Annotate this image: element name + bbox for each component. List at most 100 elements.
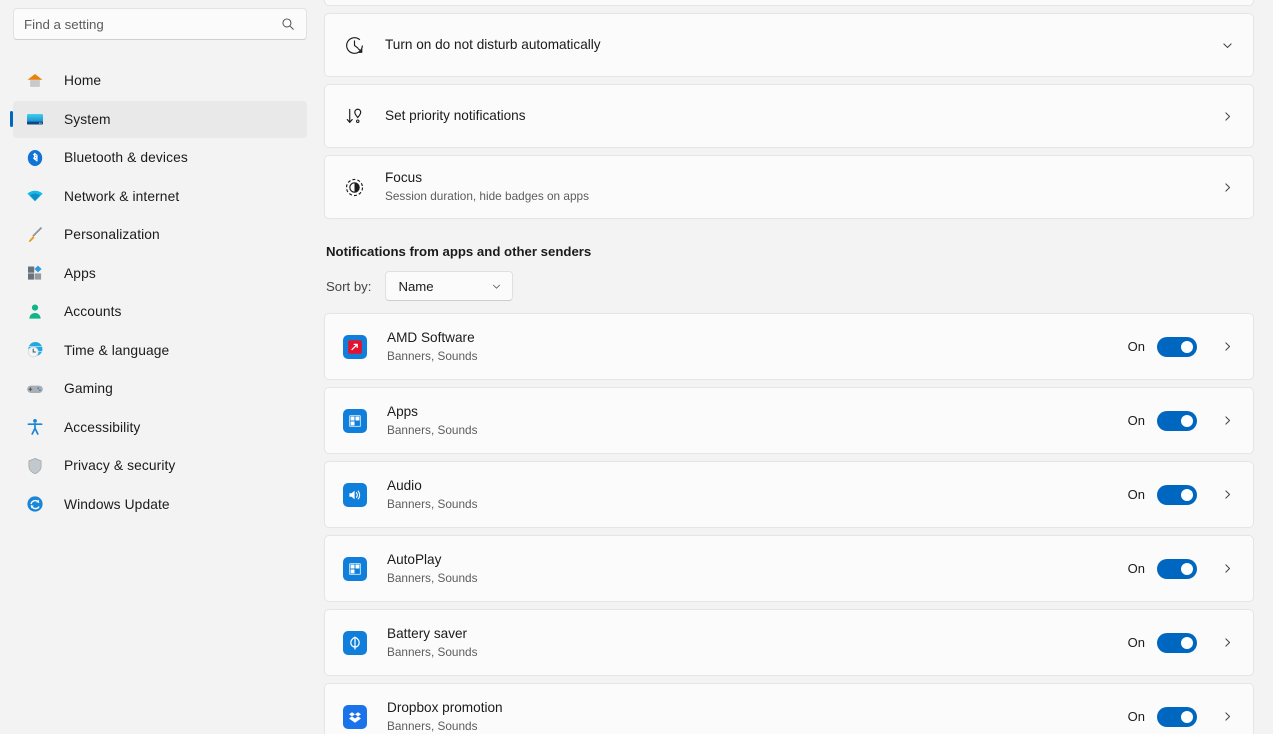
toggle-state-label: On [1127, 413, 1145, 428]
toggle-knob [1181, 488, 1193, 501]
app-notification-row-audio[interactable]: Audio Banners, Sounds On [324, 461, 1254, 528]
setting-card-do-not-disturb[interactable]: Turn on do not disturb automatically [324, 13, 1254, 77]
search-icon [280, 17, 296, 31]
sidebar-item-system[interactable]: System [13, 100, 307, 138]
chevron-right-icon[interactable] [1217, 414, 1237, 427]
sidebar-item-accessibility[interactable]: Accessibility [13, 409, 307, 446]
chevron-right-icon[interactable] [1217, 488, 1237, 501]
search-input[interactable] [24, 9, 276, 39]
app-notification-row-battery-saver[interactable]: Battery saver Banners, Sounds On [324, 609, 1254, 676]
person-icon [25, 302, 45, 322]
sidebar-item-label: Personalization [64, 227, 160, 242]
bluetooth-icon [25, 148, 45, 168]
main-content: Turn on do not disturb automatically Set… [320, 0, 1273, 734]
sidebar-item-bluetooth-devices[interactable]: Bluetooth & devices [13, 139, 307, 176]
toggle-knob [1181, 414, 1193, 427]
priority-arrow-icon [343, 105, 365, 127]
apps-tile-icon [343, 408, 367, 433]
app-subtitle: Banners, Sounds [387, 348, 478, 363]
chevron-right-icon[interactable] [1217, 181, 1237, 194]
card-title: Turn on do not disturb automatically [385, 36, 601, 52]
apps-icon [25, 263, 45, 283]
app-text-block: AutoPlay Banners, Sounds [387, 551, 1128, 586]
notification-toggle[interactable] [1157, 706, 1197, 727]
app-text-block: Dropbox promotion Banners, Sounds [387, 699, 1128, 734]
apps-tile-icon [343, 556, 367, 581]
sidebar-item-label: Gaming [64, 381, 113, 396]
gamepad-icon [25, 379, 45, 399]
update-icon [25, 494, 45, 514]
sidebar-item-label: Home [64, 73, 102, 88]
sidebar-item-accounts[interactable]: Accounts [13, 293, 307, 330]
sidebar-item-apps[interactable]: Apps [13, 255, 307, 292]
sidebar: Home System [0, 0, 320, 734]
leaf-battery-icon [343, 630, 367, 655]
sidebar-item-network-internet[interactable]: Network & internet [13, 178, 307, 215]
toggle-knob [1181, 636, 1193, 649]
sidebar-item-personalization[interactable]: Personalization [13, 216, 307, 253]
sidebar-item-label: Bluetooth & devices [64, 150, 188, 165]
chevron-right-icon[interactable] [1217, 110, 1237, 123]
shield-icon [25, 456, 45, 476]
notification-toggle[interactable] [1157, 484, 1197, 505]
toggle-state-label: On [1127, 561, 1145, 576]
sort-row: Sort by: Name [326, 271, 1254, 301]
chevron-right-icon[interactable] [1217, 340, 1237, 353]
app-notification-row-amd-software[interactable]: AMD Software Banners, Sounds On [324, 313, 1254, 380]
notification-toggle[interactable] [1157, 336, 1197, 357]
amd-icon [343, 334, 367, 359]
app-text-block: Audio Banners, Sounds [387, 477, 1128, 512]
sort-by-label: Sort by: [326, 278, 372, 294]
speaker-icon [343, 482, 367, 507]
chevron-right-icon[interactable] [1217, 710, 1237, 723]
toggle-state-label: On [1127, 635, 1145, 650]
settings-window: Home System [0, 0, 1273, 734]
notification-toggle[interactable] [1157, 558, 1197, 579]
search-box[interactable] [13, 8, 307, 40]
app-subtitle: Banners, Sounds [387, 718, 478, 733]
sidebar-item-time-language[interactable]: Time & language [13, 332, 307, 369]
sidebar-item-label: System [64, 111, 111, 127]
app-subtitle: Banners, Sounds [387, 496, 478, 511]
home-icon [25, 71, 45, 91]
chevron-right-icon[interactable] [1217, 636, 1237, 649]
toggle-state-label: On [1127, 339, 1145, 354]
setting-card-priority-notifications[interactable]: Set priority notifications [324, 84, 1254, 148]
sidebar-item-privacy-security[interactable]: Privacy & security [13, 447, 307, 484]
setting-card-focus[interactable]: Focus Session duration, hide badges on a… [324, 155, 1254, 219]
app-name: AMD Software [387, 329, 475, 345]
app-subtitle: Banners, Sounds [387, 570, 478, 585]
app-text-block: AMD Software Banners, Sounds [387, 329, 1128, 364]
app-text-block: Apps Banners, Sounds [387, 403, 1128, 438]
card-text-block: Turn on do not disturb automatically [385, 36, 1217, 54]
app-subtitle: Banners, Sounds [387, 422, 478, 437]
sort-by-value: Name [398, 278, 434, 294]
clock-globe-icon [25, 340, 45, 360]
chevron-right-icon[interactable] [1217, 562, 1237, 575]
app-subtitle: Banners, Sounds [387, 644, 478, 659]
toggle-knob [1181, 710, 1193, 723]
sidebar-item-label: Time & language [64, 342, 170, 358]
accessibility-icon [25, 417, 45, 437]
sidebar-item-gaming[interactable]: Gaming [13, 370, 307, 407]
monitor-icon [25, 109, 45, 129]
sidebar-item-home[interactable]: Home [13, 62, 307, 99]
notification-toggle[interactable] [1157, 410, 1197, 431]
sort-by-dropdown[interactable]: Name [385, 271, 514, 301]
app-name: Battery saver [387, 625, 468, 641]
card-title: Set priority notifications [385, 107, 526, 123]
app-name: Audio [387, 477, 422, 493]
notification-toggle[interactable] [1157, 632, 1197, 653]
clock-arrow-icon [343, 34, 365, 56]
previous-setting-card-partial[interactable] [324, 0, 1254, 6]
sidebar-item-windows-update[interactable]: Windows Update [13, 486, 307, 523]
toggle-state-label: On [1127, 487, 1145, 502]
app-name: AutoPlay [387, 551, 442, 567]
sidebar-item-label: Accounts [64, 304, 122, 319]
card-text-block: Set priority notifications [385, 107, 1217, 125]
toggle-knob [1181, 340, 1193, 353]
chevron-down-icon[interactable] [1217, 39, 1237, 52]
app-notification-row-apps[interactable]: Apps Banners, Sounds On [324, 387, 1254, 454]
app-notification-row-dropbox-promotion[interactable]: Dropbox promotion Banners, Sounds On [324, 683, 1254, 734]
app-notification-row-autoplay[interactable]: AutoPlay Banners, Sounds On [324, 535, 1254, 602]
